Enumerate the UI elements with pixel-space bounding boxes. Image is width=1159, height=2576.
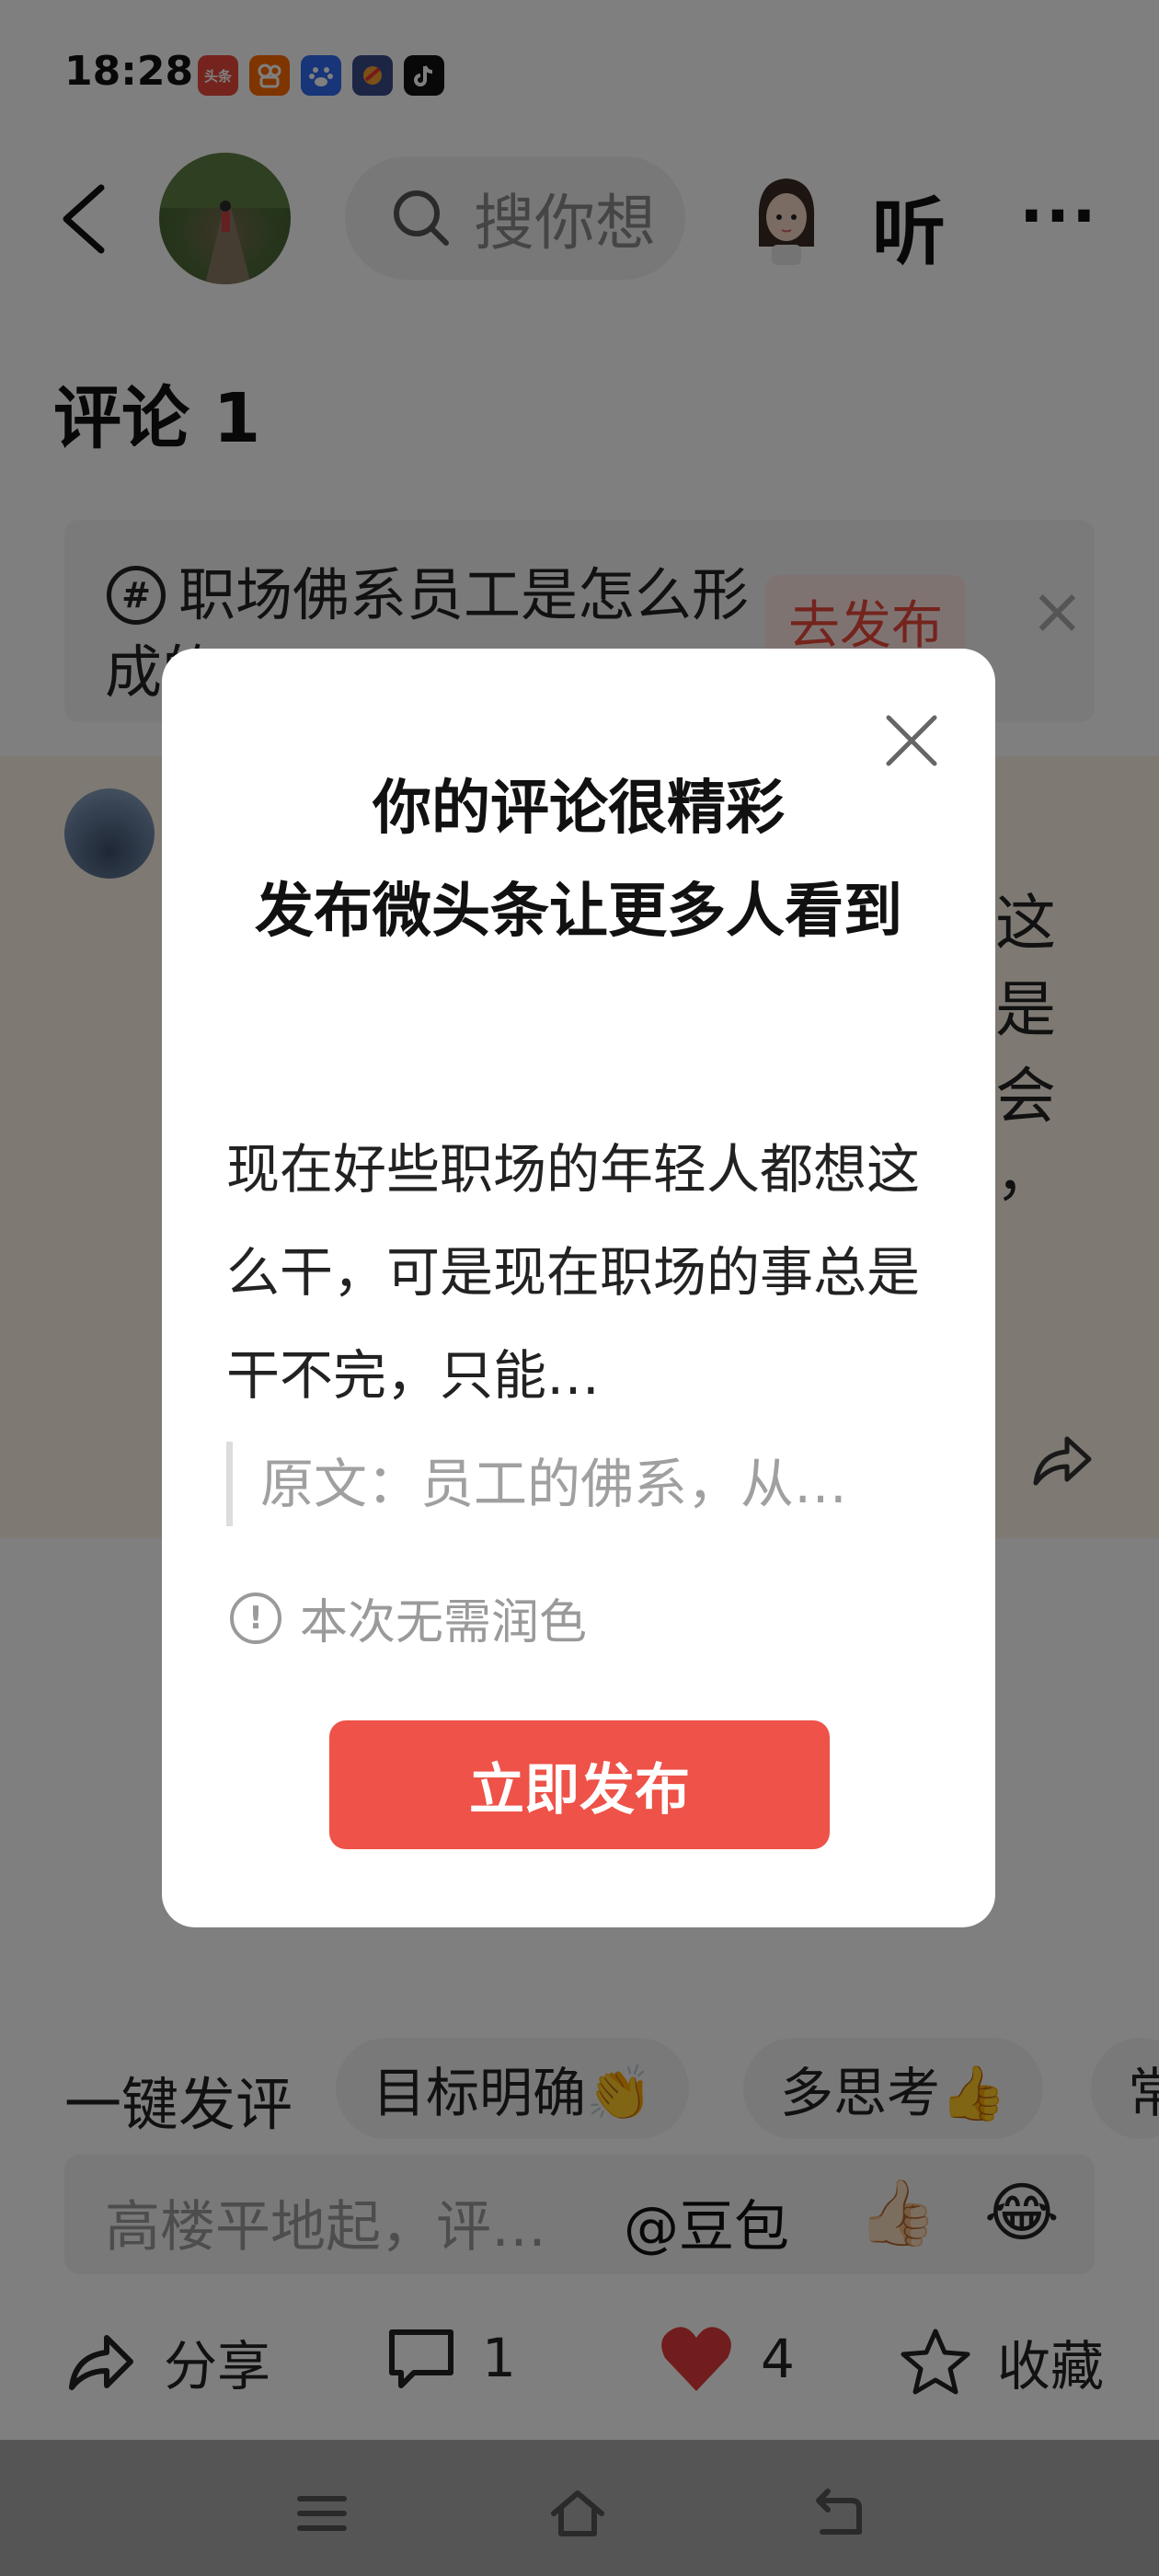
dialog-title-line-1: 你的评论很精彩 <box>373 775 785 843</box>
system-navigation-bar <box>0 2440 1159 2576</box>
publish-dialog: 你的评论很精彩 发布微头条让更多人看到 现在好些职场的年轻人都想这么干，可是现在… <box>162 649 995 1927</box>
dialog-note: ! 本次无需润色 <box>230 1583 587 1652</box>
dialog-original-quote: 原文：员工的佛系，从… <box>226 1442 925 1526</box>
info-icon: ! <box>230 1592 281 1644</box>
home-icon[interactable] <box>550 2486 605 2541</box>
dialog-title: 你的评论很精彩 发布微头条让更多人看到 <box>217 757 940 963</box>
back-nav-icon[interactable] <box>809 2486 865 2541</box>
publish-now-button[interactable]: 立即发布 <box>329 1720 830 1849</box>
dialog-title-line-2: 发布微头条让更多人看到 <box>255 878 902 946</box>
menu-icon[interactable] <box>294 2486 350 2541</box>
dialog-comment-text: 现在好些职场的年轻人都想这么干，可是现在职场的事总是干不完，只能… <box>226 1138 921 1407</box>
dialog-note-text: 本次无需润色 <box>300 1595 588 1650</box>
